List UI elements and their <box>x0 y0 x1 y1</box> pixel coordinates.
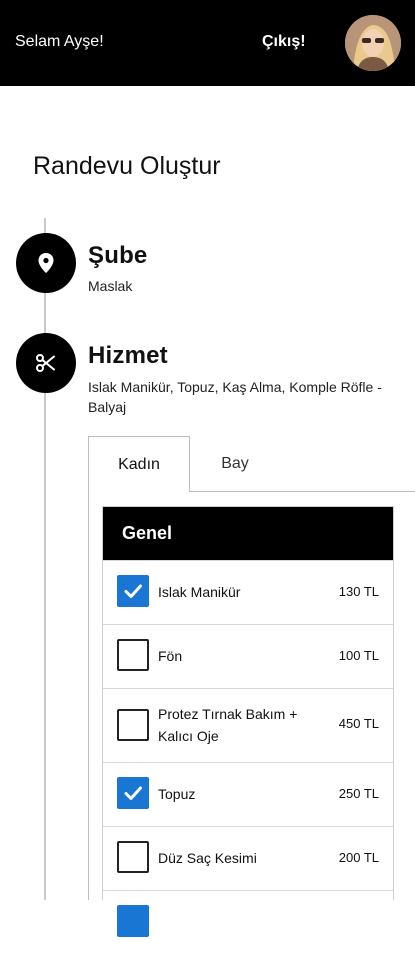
step-value-branch: Maslak <box>88 278 133 294</box>
service-row[interactable]: Fön 100 TL <box>103 624 393 688</box>
service-row[interactable]: Düz Saç Kesimi 200 TL <box>103 826 393 890</box>
check-icon <box>124 786 142 800</box>
service-checkbox[interactable] <box>117 575 149 607</box>
service-price: 100 TL <box>338 648 379 663</box>
logout-button[interactable]: Çıkış! <box>262 33 306 51</box>
page-title: Randevu Oluştur <box>33 152 221 180</box>
step-title-service: Hizmet <box>88 342 168 369</box>
service-price: 200 TL <box>338 850 379 865</box>
avatar[interactable] <box>345 15 401 71</box>
scissors-icon <box>36 354 55 372</box>
service-checkbox[interactable] <box>117 905 149 937</box>
service-row[interactable]: Islak Manikür 130 TL <box>103 560 393 624</box>
service-list: Genel Islak Manikür 130 TL Fön 100 TL Pr… <box>102 506 394 937</box>
timeline-rail <box>44 218 46 900</box>
service-checkbox[interactable] <box>117 709 149 741</box>
service-name: Topuz <box>158 786 196 802</box>
service-price: 250 TL <box>338 786 379 801</box>
service-step-icon[interactable] <box>16 333 76 393</box>
avatar-photo <box>345 15 401 71</box>
check-icon <box>124 584 142 598</box>
tab-kadin[interactable]: Kadın <box>88 436 190 492</box>
service-row[interactable]: Protez Tırnak Bakım + Kalıcı Oje 450 TL <box>103 688 393 762</box>
top-bar: Selam Ayşe! Çıkış! <box>0 0 415 86</box>
gender-tabs: Kadın Bay <box>88 436 415 492</box>
service-name: Protez Tırnak Bakım + Kalıcı Oje <box>158 706 298 744</box>
service-name: Islak Manikür <box>158 584 241 600</box>
service-name: Fön <box>158 648 183 664</box>
service-checkbox[interactable] <box>117 639 149 671</box>
service-row[interactable]: Topuz 250 TL <box>103 762 393 826</box>
tab-bay[interactable]: Bay <box>190 436 280 492</box>
service-price: 450 TL <box>338 716 379 731</box>
step-title-branch: Şube <box>88 242 148 269</box>
greeting-text: Selam Ayşe! <box>15 33 104 50</box>
location-pin-icon <box>38 253 54 273</box>
service-checkbox[interactable] <box>117 841 149 873</box>
category-header: Genel <box>103 507 393 560</box>
service-name: Düz Saç Kesimi <box>158 850 257 866</box>
branch-step-icon[interactable] <box>16 233 76 293</box>
step-value-service: Islak Manikür, Topuz, Kaş Alma, Komple R… <box>88 379 382 415</box>
service-price: 130 TL <box>338 584 379 599</box>
service-checkbox[interactable] <box>117 777 149 809</box>
